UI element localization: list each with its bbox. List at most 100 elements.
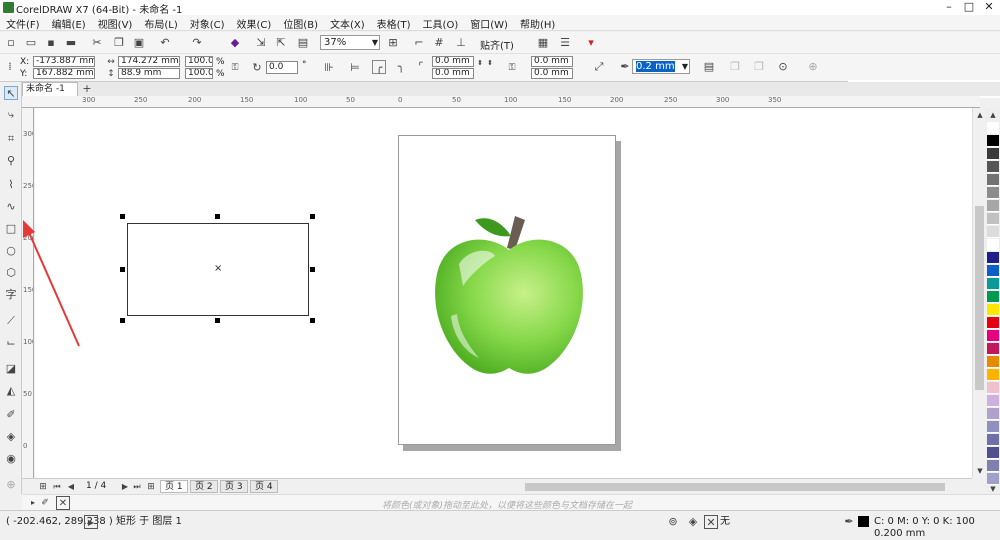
object-origin-icon[interactable]: ⁞ <box>3 60 17 74</box>
maximize-button[interactable]: □ <box>960 0 978 15</box>
new-tab-icon[interactable]: + <box>80 82 94 96</box>
application-launcher-icon[interactable]: ▾ <box>584 36 598 50</box>
page-tab-1[interactable]: 页 1 <box>160 480 188 493</box>
selection-handle[interactable] <box>310 267 315 272</box>
drawing-canvas[interactable]: × <box>23 108 972 478</box>
palette-swatch[interactable] <box>987 395 999 407</box>
no-color-swatch-icon[interactable]: ✕ <box>56 496 70 510</box>
artistic-media-tool-icon[interactable]: ∿ <box>4 200 18 214</box>
scroll-down-icon[interactable]: ▼ <box>973 464 987 478</box>
selection-handle[interactable] <box>120 318 125 323</box>
add-icon[interactable]: ⊕ <box>806 60 820 74</box>
palette-swatch[interactable] <box>987 252 999 264</box>
save-icon[interactable]: ▪ <box>44 36 58 50</box>
spinner-icon[interactable]: ⬍ <box>476 56 484 70</box>
menu-text[interactable]: 文本(X) <box>324 15 371 31</box>
horizontal-scroll-thumb[interactable] <box>525 483 945 491</box>
palette-swatch[interactable] <box>987 317 999 329</box>
add-page-after-icon[interactable]: ⊞ <box>144 480 158 494</box>
corner-radius-top-left-field[interactable]: 0.0 mm <box>432 56 474 67</box>
palette-swatch[interactable] <box>987 291 999 303</box>
vertical-scrollbar[interactable]: ▲ ▼ <box>972 108 985 478</box>
palette-swatch[interactable] <box>987 213 999 225</box>
palette-swatch[interactable] <box>987 356 999 368</box>
height-field[interactable]: 88.9 mm <box>118 68 180 79</box>
last-page-icon[interactable]: ⏭ <box>130 480 144 494</box>
palette-scroll-up-icon[interactable]: ▲ <box>986 108 1000 122</box>
scale-height-field[interactable]: 100.0 <box>185 68 213 79</box>
pick-tool-icon[interactable]: ↖ <box>4 86 18 100</box>
status-expand-icon[interactable]: ▶ <box>84 515 98 529</box>
menu-layout[interactable]: 布局(L) <box>138 15 183 31</box>
menu-view[interactable]: 视图(V) <box>92 15 139 31</box>
menu-window[interactable]: 窗口(W) <box>464 15 514 31</box>
vertical-scroll-thumb[interactable] <box>975 206 984 390</box>
export-icon[interactable]: ⇱ <box>274 36 288 50</box>
open-icon[interactable]: ▭ <box>24 36 38 50</box>
to-front-icon[interactable]: ❐ <box>728 60 742 74</box>
page-tab-4[interactable]: 页 4 <box>250 480 278 493</box>
menu-table[interactable]: 表格(T) <box>371 15 417 31</box>
selection-handle[interactable] <box>120 267 125 272</box>
show-guidelines-icon[interactable]: ⊥ <box>454 36 468 50</box>
to-back-icon[interactable]: ❐ <box>752 60 766 74</box>
scale-width-field[interactable]: 100.0 <box>185 56 213 67</box>
show-rulers-icon[interactable]: ⌐ <box>412 36 426 50</box>
menu-file[interactable]: 文件(F) <box>0 15 46 31</box>
zoom-level-combo[interactable]: 37% ▼ <box>320 35 380 50</box>
shape-tool-icon[interactable]: ⤷ <box>4 108 18 122</box>
document-tab[interactable]: 未命名 -1 <box>22 82 78 96</box>
color-proof-icon[interactable]: ⊚ <box>666 515 680 529</box>
palette-swatch[interactable] <box>987 330 999 342</box>
lock-corners-icon[interactable]: ⚿ <box>505 61 519 75</box>
page-tab-3[interactable]: 页 3 <box>220 480 248 493</box>
menu-bitmaps[interactable]: 位图(B) <box>277 15 324 31</box>
add-tool-icon[interactable]: ⊕ <box>4 478 18 492</box>
palette-swatch[interactable] <box>987 148 999 160</box>
palette-swatch[interactable] <box>987 161 999 173</box>
selection-handle[interactable] <box>215 214 220 219</box>
corner-radius-bottom-left-field[interactable]: 0.0 mm <box>432 68 474 79</box>
previous-page-icon[interactable]: ◀ <box>64 480 78 494</box>
rotation-field[interactable]: 0.0 <box>266 61 298 74</box>
selection-handle[interactable] <box>310 214 315 219</box>
dimension-tool-icon[interactable]: ⟋ <box>4 314 18 328</box>
first-page-icon[interactable]: ⏮ <box>50 480 64 494</box>
eyedropper-icon[interactable]: ✐ <box>38 496 52 510</box>
palette-swatch[interactable] <box>987 447 999 459</box>
mirror-vertical-icon[interactable]: ⊨ <box>348 61 362 75</box>
add-page-icon[interactable]: ⊞ <box>36 480 50 494</box>
palette-swatch[interactable] <box>987 421 999 433</box>
palette-swatch[interactable] <box>987 135 999 147</box>
menu-tools[interactable]: 工具(O) <box>417 15 465 31</box>
snap-to-dropdown[interactable]: 贴齐(T) <box>480 37 514 52</box>
search-content-icon[interactable]: ◆ <box>228 36 242 50</box>
menu-help[interactable]: 帮助(H) <box>514 15 561 31</box>
palette-swatch[interactable] <box>987 382 999 394</box>
document-page[interactable] <box>398 135 616 445</box>
redo-icon[interactable]: ↷ <box>190 36 204 50</box>
close-button[interactable]: ✕ <box>980 0 998 15</box>
menu-object[interactable]: 对象(C) <box>184 15 231 31</box>
palette-swatch[interactable] <box>987 434 999 446</box>
green-apple-graphic[interactable] <box>399 136 617 446</box>
smart-fill-tool-icon[interactable]: ◉ <box>4 452 18 466</box>
text-tool-icon[interactable]: 字 <box>4 288 18 302</box>
spinner-icon[interactable]: ⬍ <box>486 56 494 70</box>
transparency-tool-icon[interactable]: ◭ <box>4 384 18 398</box>
welcome-screen-icon[interactable]: ▦ <box>536 36 550 50</box>
palette-swatch[interactable] <box>987 239 999 251</box>
wrap-text-icon[interactable]: ▤ <box>702 60 716 74</box>
palette-swatch[interactable] <box>987 304 999 316</box>
scroll-up-icon[interactable]: ▲ <box>973 108 987 122</box>
palette-swatch[interactable] <box>987 460 999 472</box>
new-document-icon[interactable]: ▫ <box>4 36 18 50</box>
palette-swatch[interactable] <box>987 278 999 290</box>
color-eyedropper-tool-icon[interactable]: ✐ <box>4 408 18 422</box>
polygon-tool-icon[interactable]: ⬡ <box>4 266 18 280</box>
copy-icon[interactable]: ❐ <box>112 36 126 50</box>
freehand-tool-icon[interactable]: ⌇ <box>4 178 18 192</box>
palette-swatch[interactable] <box>987 122 999 134</box>
ellipse-tool-icon[interactable]: ○ <box>4 244 18 258</box>
chamfered-corner-icon[interactable]: ⌜ <box>414 60 428 74</box>
